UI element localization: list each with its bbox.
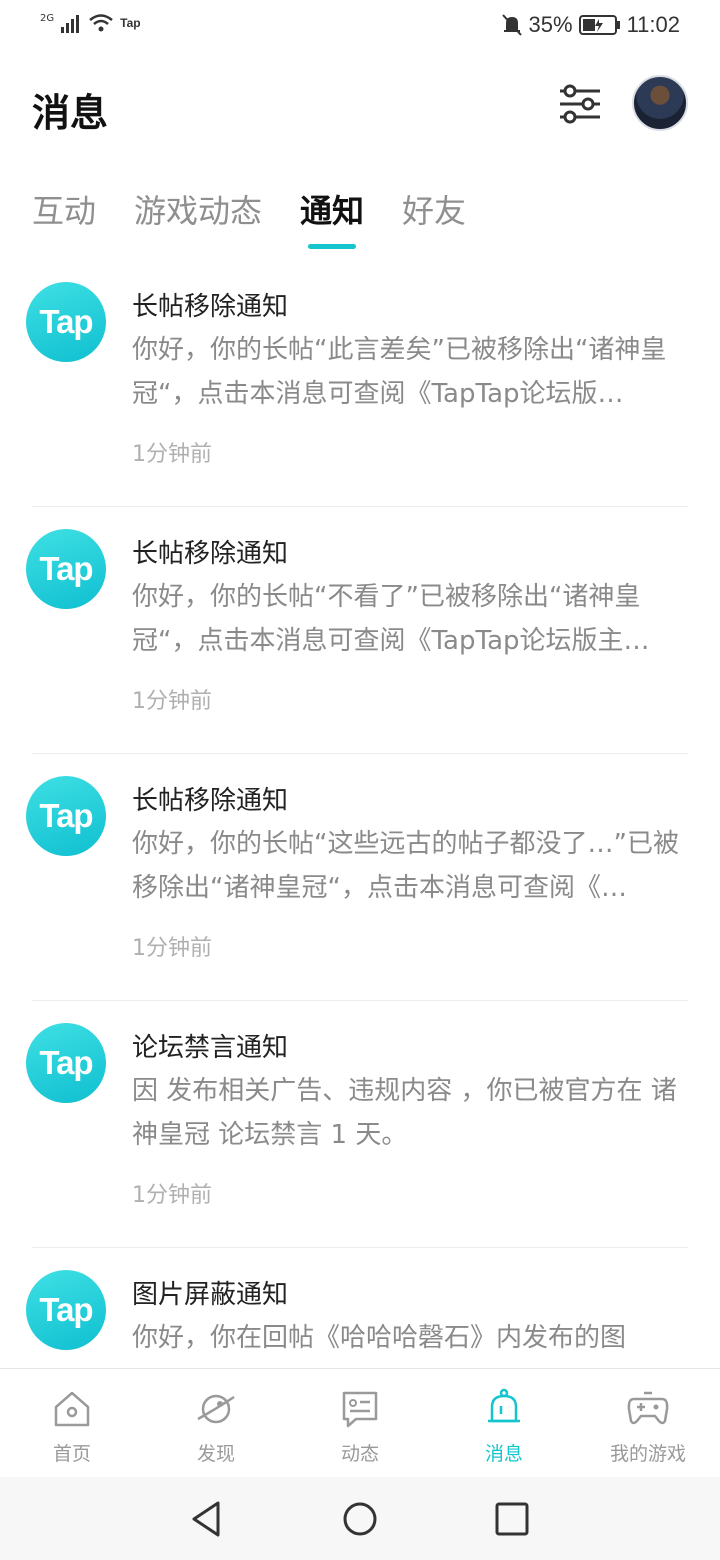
tab-interaction[interactable]: 互动 bbox=[32, 186, 96, 232]
notification-body: 你好，你在回帖《哈哈哈磬石》内发布的图 bbox=[132, 1323, 627, 1353]
notification-title: 长帖移除通知 bbox=[132, 539, 289, 569]
notification-title: 图片屏蔽通知 bbox=[132, 1280, 289, 1310]
bottom-navigation: 首页 发现 动态 消息 我的游戏 bbox=[0, 1368, 720, 1477]
page-title: 消息 bbox=[32, 91, 109, 135]
bell-icon bbox=[488, 1388, 520, 1423]
notification-item[interactable]: Tap 长帖移除通知 你好，你的长帖“此言差矣”已被移除出“诸神皇冠“，点击本消… bbox=[0, 260, 720, 507]
chat-card-icon bbox=[342, 1391, 378, 1428]
notification-title: 长帖移除通知 bbox=[132, 786, 289, 816]
nav-my-games[interactable]: 我的游戏 bbox=[576, 1369, 720, 1477]
clock: 11:02 bbox=[626, 12, 680, 37]
taptap-logo-icon: Tap bbox=[26, 1270, 106, 1350]
mute-bell-icon bbox=[501, 14, 522, 36]
active-tab-indicator bbox=[308, 244, 356, 249]
nav-messages[interactable]: 消息 bbox=[432, 1369, 576, 1477]
notification-item[interactable]: Tap 长帖移除通知 你好，你的长帖“这些远古的帖子都没了…”已被移除出“诸神皇… bbox=[0, 754, 720, 1001]
gamepad-icon bbox=[627, 1391, 669, 1425]
nav-home[interactable]: 首页 bbox=[0, 1369, 144, 1477]
filter-settings-button[interactable] bbox=[556, 82, 604, 126]
home-circle-icon[interactable] bbox=[340, 1499, 380, 1539]
tab-game-updates[interactable]: 游戏动态 bbox=[134, 186, 262, 232]
notification-body: 你好，你的长帖“不看了”已被移除出“诸神皇冠“，点击本消息可查阅《TapTap论… bbox=[132, 582, 650, 656]
battery-percent: 35% bbox=[528, 12, 573, 37]
taptap-logo-icon: Tap bbox=[26, 776, 106, 856]
notification-title: 论坛禁言通知 bbox=[132, 1033, 289, 1063]
message-tabs: 互动 游戏动态 通知 好友 bbox=[0, 180, 720, 260]
signal-icon bbox=[61, 15, 80, 33]
nav-discover[interactable]: 发现 bbox=[144, 1369, 288, 1477]
nav-discover-label: 发现 bbox=[196, 1443, 235, 1465]
planet-icon bbox=[197, 1394, 235, 1424]
nav-home-label: 首页 bbox=[52, 1443, 91, 1465]
taptap-logo-icon: Tap bbox=[26, 282, 106, 362]
network-type: 2G bbox=[40, 13, 55, 24]
back-icon[interactable] bbox=[186, 1499, 226, 1539]
notification-item[interactable]: Tap 图片屏蔽通知 你好，你在回帖《哈哈哈磬石》内发布的图 bbox=[0, 1248, 720, 1368]
notification-title: 长帖移除通知 bbox=[132, 292, 289, 322]
user-avatar[interactable] bbox=[632, 75, 688, 131]
notification-time: 1分钟前 bbox=[132, 689, 212, 714]
tap-status-label: Tap bbox=[120, 16, 141, 30]
taptap-logo-icon: Tap bbox=[26, 529, 106, 609]
notification-body: 你好，你的长帖“此言差矣”已被移除出“诸神皇冠“，点击本消息可查阅《TapTap… bbox=[132, 335, 667, 409]
notification-body: 你好，你的长帖“这些远古的帖子都没了…”已被移除出“诸神皇冠“，点击本消息可查阅… bbox=[132, 829, 679, 903]
battery-icon bbox=[578, 15, 620, 35]
notification-time: 1分钟前 bbox=[132, 1183, 212, 1208]
notification-item[interactable]: Tap 论坛禁言通知 因 发布相关广告、违规内容 ，你已被官方在 诸神皇冠 论坛… bbox=[0, 1001, 720, 1248]
notification-time: 1分钟前 bbox=[132, 936, 212, 961]
nav-my-games-label: 我的游戏 bbox=[609, 1443, 686, 1465]
wifi-icon bbox=[89, 14, 113, 32]
nav-messages-label: 消息 bbox=[484, 1443, 523, 1465]
home-icon bbox=[54, 1391, 90, 1427]
tab-friends[interactable]: 好友 bbox=[402, 186, 466, 232]
taptap-logo-icon: Tap bbox=[26, 1023, 106, 1103]
recents-icon[interactable] bbox=[492, 1499, 532, 1539]
notification-time: 1分钟前 bbox=[132, 442, 212, 467]
status-bar: 2G Tap 35% 11:02 bbox=[0, 0, 720, 52]
system-navigation-bar bbox=[0, 1477, 720, 1560]
tab-notifications[interactable]: 通知 bbox=[300, 186, 364, 232]
nav-feed-label: 动态 bbox=[340, 1443, 379, 1465]
notification-item[interactable]: Tap 长帖移除通知 你好，你的长帖“不看了”已被移除出“诸神皇冠“，点击本消息… bbox=[0, 507, 720, 754]
notification-body: 因 发布相关广告、违规内容 ，你已被官方在 诸神皇冠 论坛禁言 1 天。 bbox=[132, 1076, 677, 1150]
sliders-icon bbox=[560, 84, 600, 124]
nav-feed[interactable]: 动态 bbox=[288, 1369, 432, 1477]
